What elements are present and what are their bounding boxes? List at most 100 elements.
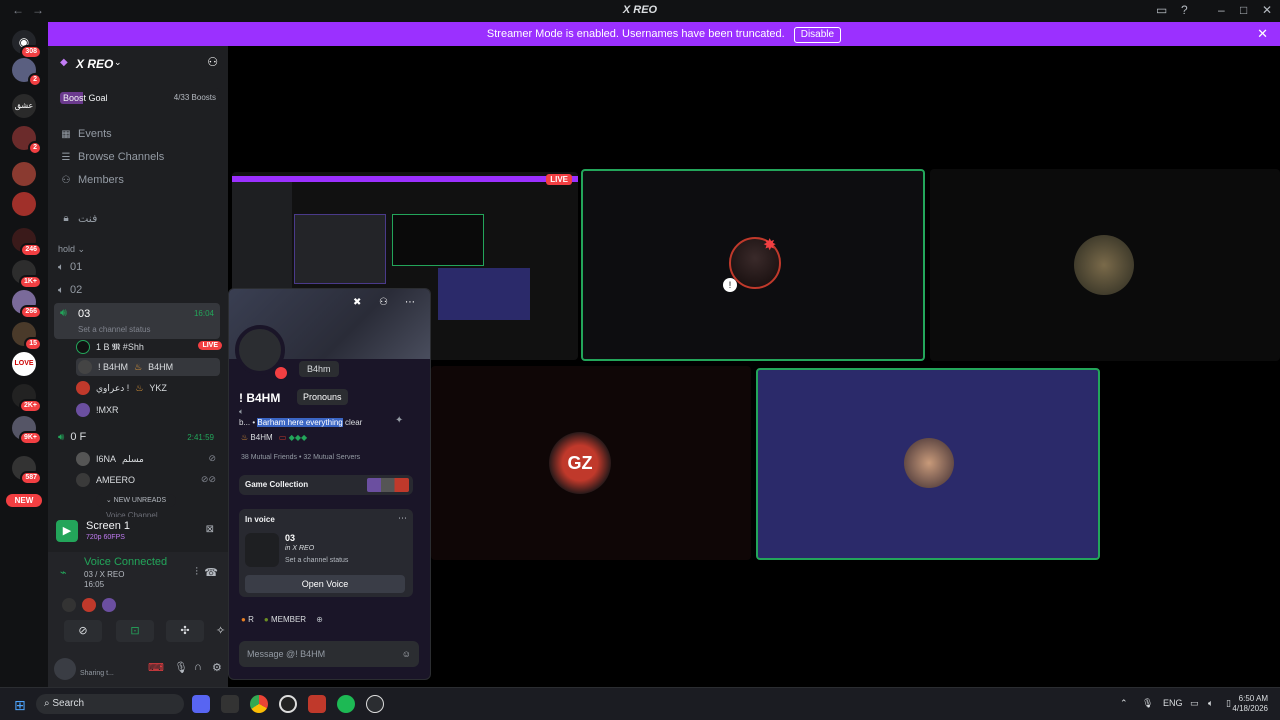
screen-share-title: Screen 1 <box>86 520 131 532</box>
microphone-icon[interactable]: 🎙︎ <box>1142 698 1153 709</box>
voice-member[interactable]: دعراوي ! ♨ YKZ <box>76 379 167 397</box>
server-icon[interactable]: عشق <box>12 94 36 118</box>
add-friend-icon[interactable]: ⚇ <box>379 297 388 308</box>
server-icon[interactable]: 2 <box>12 58 42 87</box>
server-icon[interactable]: 246 <box>12 228 42 257</box>
server-icon[interactable]: 15 <box>12 322 42 351</box>
nav-events[interactable]: ▦ Events <box>60 125 111 143</box>
participant-tile[interactable] <box>930 169 1280 361</box>
spotify-icon[interactable] <box>337 695 355 713</box>
server-icon[interactable] <box>12 162 36 186</box>
voice-member[interactable]: !MXR <box>76 401 119 419</box>
voice-channel-status[interactable]: Set a channel status <box>285 557 348 564</box>
more-options-icon[interactable]: ⋯ <box>398 513 407 524</box>
screen-share-button[interactable]: ⊡ <box>116 620 154 642</box>
server-icon[interactable]: 9K+ <box>12 416 42 445</box>
channel-status[interactable]: Set a channel status <box>78 325 151 334</box>
participant-tile[interactable]: ! ✸ <box>581 169 925 361</box>
noise-suppression-icon[interactable]: ⫶ <box>195 566 198 579</box>
close-banner-icon[interactable]: ✕ <box>1257 22 1268 46</box>
voice-member[interactable]: ‏1 B 𝕸 #Shh <box>76 338 144 356</box>
about-suffix: clear <box>345 418 363 427</box>
server-icon[interactable]: 587 <box>12 456 42 485</box>
maximize-icon[interactable]: □ <box>1240 3 1247 17</box>
voice-channel-03[interactable]: 🔊︎ 03 16:04 Set a channel status <box>54 303 220 339</box>
chrome-icon[interactable] <box>250 695 268 713</box>
dm-home-button[interactable]: ◉ 308 <box>12 30 42 59</box>
server-header[interactable]: ◆ X REO ⌄ ⚇ <box>48 46 228 80</box>
voice-member[interactable]: ! B4HM ♨ B4HM <box>76 358 220 376</box>
mutual-friends[interactable]: 38 Mutual Friends <box>241 454 297 461</box>
avatar <box>76 381 90 395</box>
discord-app-icon[interactable] <box>192 695 210 713</box>
avatar: GZ <box>549 432 611 494</box>
server-icon[interactable] <box>12 192 36 216</box>
app-icon[interactable] <box>366 695 384 713</box>
nav-members[interactable]: ⚇ Members <box>60 171 124 189</box>
mutuals[interactable]: 38 Mutual Friends • 32 Mutual Servers <box>241 454 360 461</box>
role-name: MEMBER <box>270 615 307 624</box>
server-icon[interactable]: 2K+ <box>12 384 42 413</box>
taskbar-clock[interactable]: 6:50 AM 4/18/2026 <box>1232 694 1268 714</box>
disconnect-icon[interactable]: ☎ <box>204 566 218 579</box>
locked-text-channel[interactable]: 🔒︎ فنت <box>60 209 97 227</box>
language-indicator[interactable]: ENG <box>1163 698 1183 708</box>
server-icon[interactable]: 266 <box>12 290 42 319</box>
more-options-icon[interactable]: ⋯ <box>405 297 415 308</box>
voice-channel-path[interactable]: 03 / X REO <box>84 570 124 579</box>
headphones-icon[interactable]: ∩ <box>194 661 202 673</box>
remove-friend-icon[interactable]: ✖ <box>353 297 361 308</box>
fire-icon: ♨ <box>134 361 143 372</box>
start-icon[interactable]: ⊞ <box>14 697 26 714</box>
taskbar-search[interactable]: ⌕ Search <box>36 694 184 714</box>
clock-date: 4/18/2026 <box>1232 704 1268 713</box>
stream-preview-tile <box>438 268 530 320</box>
new-unread-pill[interactable]: NEW <box>6 494 42 507</box>
help-icon[interactable]: ? <box>1181 3 1188 17</box>
minimize-icon[interactable]: – <box>1218 3 1225 17</box>
participant-tile[interactable] <box>756 368 1100 560</box>
mutual-servers[interactable]: 32 Mutual Servers <box>303 454 360 461</box>
avatar <box>102 598 116 612</box>
server-icon[interactable]: 2 <box>12 126 42 155</box>
soundboard-icon[interactable]: ✧ <box>216 620 225 642</box>
voice-status[interactable]: Voice Connected <box>84 556 167 568</box>
app-icon[interactable] <box>279 695 297 713</box>
camera-off-button[interactable]: ⊘ <box>64 620 102 642</box>
chevron-up-icon[interactable]: ⌃ <box>1120 698 1128 709</box>
open-voice-button[interactable]: Open Voice <box>245 575 405 593</box>
emoji-icon[interactable]: ☺ <box>402 641 411 667</box>
new-unreads-button[interactable]: ⌄ NEW UNREADS <box>96 494 176 507</box>
category-hold[interactable]: hold ⌄ <box>58 244 85 255</box>
network-icon[interactable]: ▭ <box>1190 698 1199 709</box>
voice-member[interactable]: AMEERO <box>76 471 135 489</box>
participant-tile[interactable]: GZ <box>431 366 751 560</box>
microphone-icon[interactable]: 🎙︎ <box>174 661 188 674</box>
voice-channel-01[interactable]: 🔈︎ 01 <box>58 261 82 273</box>
voice-channel-02[interactable]: 🔈︎ 02 <box>58 284 82 296</box>
avatar <box>76 340 90 354</box>
invite-people-icon[interactable]: ⚇ <box>207 55 218 69</box>
avatar[interactable] <box>54 658 76 680</box>
server-icon[interactable]: 1K+ <box>12 260 42 289</box>
nav-browse-channels[interactable]: ☰ Browse Channels <box>60 148 165 166</box>
add-role-icon[interactable]: ⊕ <box>316 615 323 624</box>
volume-icon[interactable]: 🔈︎ <box>1208 698 1213 709</box>
settings-gear-icon[interactable]: ⚙ <box>212 661 222 674</box>
activities-button[interactable]: ✣ <box>166 620 204 642</box>
stop-stream-icon[interactable]: ⊠ <box>206 524 214 535</box>
battery-icon[interactable]: ▯ <box>1226 698 1231 709</box>
close-icon[interactable]: ✕ <box>1262 3 1272 17</box>
boost-goal-bar[interactable]: Boost Goal 4/33 Boosts <box>56 88 220 108</box>
server-icon[interactable]: LOVE <box>12 352 36 376</box>
app-icon[interactable] <box>308 695 326 713</box>
voice-channel-0F[interactable]: 🔊︎ 0 F <box>58 431 86 443</box>
message-input[interactable]: Message @! B4HM ☺ <box>239 641 419 667</box>
category-name: hold <box>58 244 76 254</box>
game-controller-icon[interactable]: ⌨ <box>148 661 164 674</box>
disable-streamer-mode-button[interactable]: Disable <box>793 27 842 43</box>
game-collection-card[interactable]: Game Collection <box>239 475 413 495</box>
app-icon[interactable] <box>221 695 239 713</box>
inbox-icon[interactable]: ▭ <box>1156 3 1167 17</box>
voice-member[interactable]: I6NA مسلم <box>76 450 144 468</box>
